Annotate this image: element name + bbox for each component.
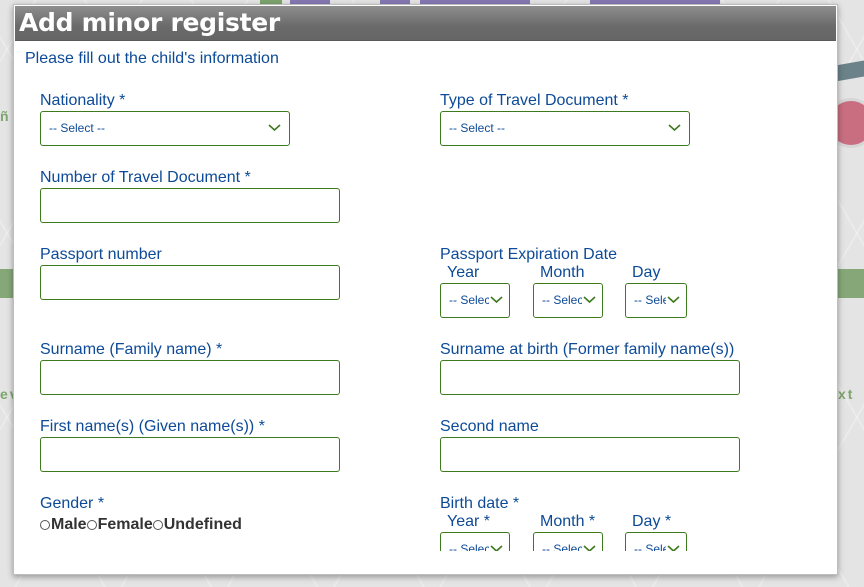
- chevron-down-icon: [490, 294, 503, 304]
- travel-doc-type-select[interactable]: -- Select --: [440, 111, 690, 146]
- gender-label: Gender *: [40, 495, 105, 512]
- passport-expiration-year-label: Year: [447, 264, 480, 281]
- birth-date-month-label: Month *: [540, 513, 596, 530]
- modal-intro-text: Please fill out the child's information: [25, 50, 279, 67]
- surname-input[interactable]: [40, 360, 340, 395]
- birth-date-year-label: Year *: [447, 513, 490, 530]
- passport-expiration-year-value: -- Select --: [449, 293, 489, 307]
- passport-expiration-day-value: -- Select --: [634, 293, 666, 307]
- gender-radio-group: Male Female Undefined: [40, 516, 242, 534]
- birth-date-label: Birth date *: [440, 495, 520, 512]
- passport-expiration-month-value: -- Select --: [542, 293, 582, 307]
- chevron-down-icon: [668, 122, 681, 132]
- gender-option-undefined[interactable]: Undefined: [152, 516, 242, 534]
- passport-expiration-day-label: Day: [632, 264, 661, 281]
- first-name-input[interactable]: [40, 437, 340, 472]
- gender-option-label: Female: [97, 516, 153, 533]
- surname-label: Surname (Family name) *: [40, 341, 223, 358]
- travel-doc-type-label: Type of Travel Document *: [440, 92, 629, 109]
- add-minor-modal: Add minor register Please fill out the c…: [13, 4, 838, 575]
- chevron-down-icon: [268, 122, 281, 132]
- second-name-label: Second name: [440, 418, 539, 435]
- background-text-left-top: ñ: [0, 108, 11, 124]
- nationality-select-value: -- Select --: [49, 121, 106, 135]
- surname-at-birth-input[interactable]: [440, 360, 740, 395]
- radio-button-icon[interactable]: [86, 520, 97, 530]
- gender-option-label: Male: [51, 516, 87, 533]
- passport-number-label: Passport number: [40, 246, 162, 263]
- nationality-label: Nationality *: [40, 92, 126, 109]
- gender-option-male[interactable]: Male: [40, 516, 87, 534]
- chevron-down-icon: [583, 294, 596, 304]
- modal-scroll-clip: [14, 551, 837, 574]
- passport-expiration-month-label: Month: [540, 264, 585, 281]
- radio-button-icon[interactable]: [152, 520, 163, 530]
- nationality-select[interactable]: -- Select --: [40, 111, 290, 146]
- modal-title: Add minor register: [15, 6, 836, 41]
- travel-doc-number-label: Number of Travel Document *: [40, 169, 251, 186]
- passport-expiration-year-select[interactable]: -- Select --: [440, 283, 510, 318]
- radio-button-icon[interactable]: [40, 520, 50, 530]
- birth-date-day-label: Day *: [632, 513, 672, 530]
- travel-doc-type-select-value: -- Select --: [449, 121, 506, 135]
- passport-expiration-label: Passport Expiration Date: [440, 246, 617, 263]
- passport-number-input[interactable]: [40, 265, 340, 300]
- passport-expiration-day-select[interactable]: -- Select --: [625, 283, 687, 318]
- surname-at-birth-label: Surname at birth (Former family name(s)): [440, 341, 735, 358]
- gender-option-female[interactable]: Female: [86, 516, 153, 534]
- gender-option-label: Undefined: [163, 516, 242, 533]
- travel-doc-number-input[interactable]: [40, 188, 340, 223]
- second-name-input[interactable]: [440, 437, 740, 472]
- chevron-down-icon: [667, 294, 680, 304]
- first-name-label: First name(s) (Given name(s)) *: [40, 418, 265, 435]
- passport-expiration-month-select[interactable]: -- Select --: [533, 283, 603, 318]
- background-next-link: xt: [838, 386, 855, 402]
